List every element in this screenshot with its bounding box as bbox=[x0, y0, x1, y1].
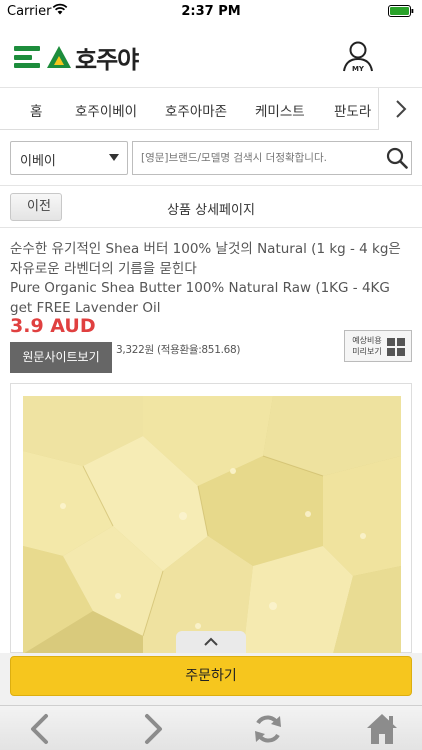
logo-triangle-icon bbox=[47, 46, 71, 68]
page-bar: 이전 상품 상세페이지 bbox=[0, 186, 422, 228]
refresh-icon[interactable] bbox=[250, 711, 286, 747]
cost-preview-label: 예상비용 미리보기 bbox=[352, 336, 382, 356]
product-image-frame bbox=[10, 383, 412, 654]
clock: 2:37 PM bbox=[181, 4, 241, 19]
logo-text: 호주야 bbox=[75, 45, 139, 74]
order-area: 주문하기 bbox=[0, 653, 422, 705]
brand-logo[interactable]: 호주야 bbox=[14, 42, 139, 74]
back-arrow-icon[interactable] bbox=[22, 711, 58, 747]
nav-more-button[interactable] bbox=[378, 88, 422, 130]
caret-down-icon bbox=[109, 154, 119, 161]
logo-bars-icon bbox=[14, 46, 40, 68]
app-header: 호주야 MY bbox=[0, 22, 422, 88]
tab-ebay[interactable]: 호주이베이 bbox=[75, 100, 137, 120]
tab-pandora[interactable]: 판도라 bbox=[334, 100, 371, 120]
order-button[interactable]: 주문하기 bbox=[10, 656, 412, 696]
tab-home[interactable]: 홈 bbox=[30, 100, 42, 120]
product-title: 순수한 유기적인 Shea 버터 100% 날것의 Natural (1 kg … bbox=[10, 240, 412, 318]
status-bar: Carrier 2:37 PM bbox=[0, 0, 422, 22]
product-photo bbox=[23, 396, 401, 654]
browser-toolbar bbox=[0, 705, 422, 750]
cost-preview-button[interactable]: 예상비용 미리보기 bbox=[344, 330, 412, 362]
tab-chemist[interactable]: 케미스트 bbox=[255, 100, 305, 120]
search-icon[interactable] bbox=[386, 147, 408, 169]
search-bar: 이베이 bbox=[0, 130, 422, 186]
product-price: 3.9 AUD bbox=[10, 315, 96, 337]
search-input[interactable] bbox=[132, 141, 412, 175]
home-icon[interactable] bbox=[364, 711, 400, 747]
tab-amazon[interactable]: 호주아마존 bbox=[165, 100, 227, 120]
my-page-button[interactable]: MY bbox=[342, 40, 374, 74]
site-select-value: 이베이 bbox=[20, 154, 56, 169]
my-label: MY bbox=[352, 65, 365, 73]
product-title-ko: 순수한 유기적인 Shea 버터 100% 날것의 Natural (1 kg … bbox=[10, 241, 401, 277]
user-icon: MY bbox=[343, 41, 373, 73]
original-site-button[interactable]: 원문사이트보기 bbox=[10, 342, 112, 373]
collapse-tab[interactable] bbox=[176, 631, 246, 653]
krw-price: 3,322원 (적용환율:851.68) bbox=[116, 344, 241, 356]
site-select[interactable]: 이베이 bbox=[10, 141, 128, 175]
page-title: 상품 상세페이지 bbox=[167, 203, 255, 218]
product-title-en: Pure Organic Shea Butter 100% Natural Ra… bbox=[10, 280, 390, 316]
chevron-up-icon bbox=[204, 637, 218, 646]
battery-icon bbox=[388, 5, 414, 17]
chevron-right-icon bbox=[396, 100, 407, 118]
forward-arrow-icon[interactable] bbox=[135, 711, 171, 747]
calculator-icon bbox=[387, 338, 405, 356]
category-nav: 홈 호주이베이 호주아마존 케미스트 판도라 bbox=[0, 88, 422, 130]
